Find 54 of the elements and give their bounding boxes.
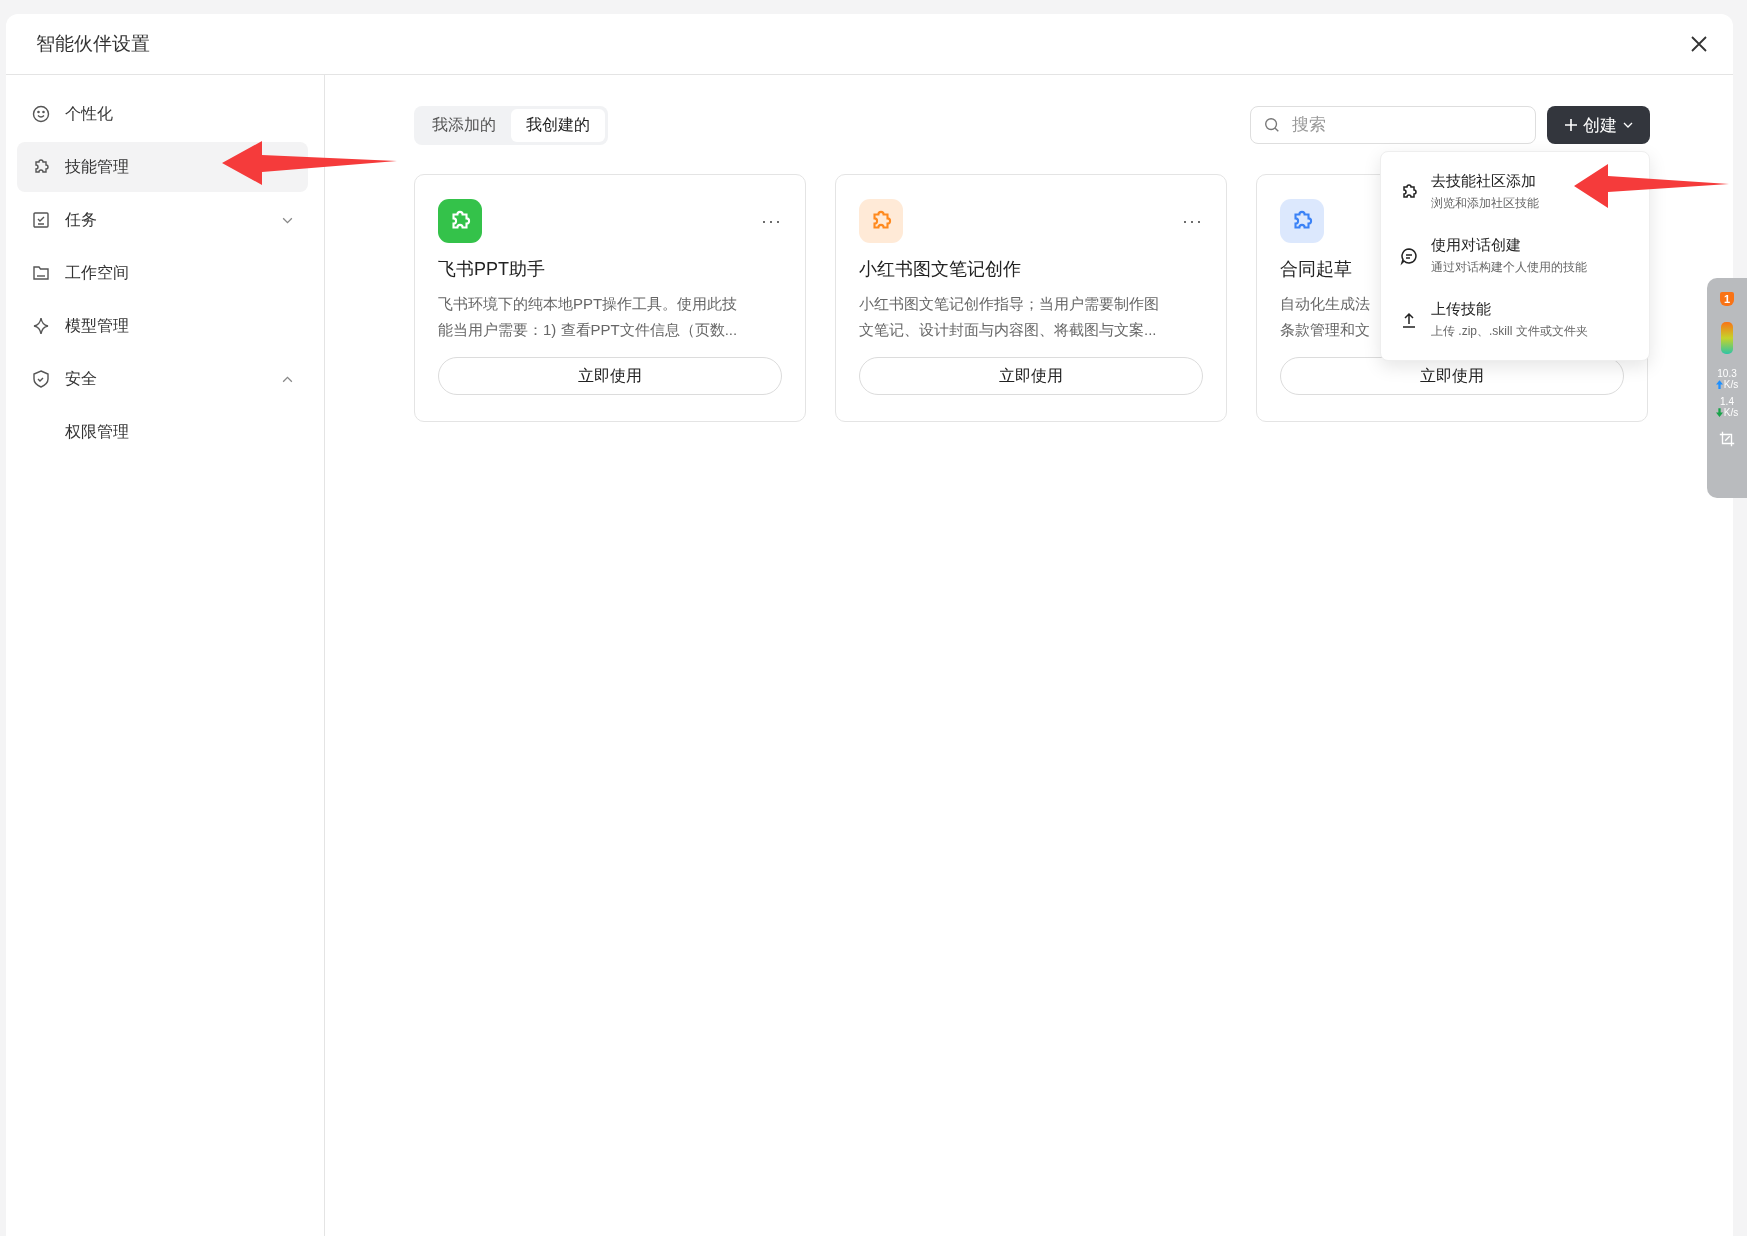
folder-icon [33,266,49,280]
card-description: 文笔记、设计封面与内容图、将截图与文案... [859,320,1157,340]
menu-item-title: 上传技能 [1431,300,1492,319]
download-speed: 1.4 [1720,396,1734,407]
sparkle-icon [33,317,49,335]
card-description: 小红书图文笔记创作指导；当用户需要制作图 [859,294,1159,314]
sidebar-item[interactable]: 权限管理 [17,407,308,457]
checklist-icon [33,212,49,228]
plus-icon [1563,118,1578,132]
use-button[interactable]: 立即使用 [1280,357,1624,395]
card-description: 自动化生成法 [1280,294,1370,314]
more-button[interactable]: ··· [761,210,782,232]
menu-item[interactable]: 去技能社区添加 浏览和添加社区技能 [1381,160,1649,224]
menu-item-title: 去技能社区添加 [1431,172,1537,191]
search-field[interactable]: 搜索 [1250,106,1536,144]
card-description: 能当用户需要：1) 查看PPT文件信息（页数... [438,320,738,340]
notification-badge: 1 [1719,292,1735,306]
crop-icon[interactable] [1718,430,1736,448]
sidebar-item[interactable]: 个性化 [17,89,308,139]
card-description: 条款管理和文 [1280,320,1370,340]
more-button[interactable]: ··· [1182,210,1203,232]
close-icon[interactable] [1689,34,1709,54]
smile-icon [32,105,50,123]
create-button[interactable]: 创建 [1547,106,1650,144]
chat-icon [1401,248,1417,264]
card-description: 飞书环境下的纯本地PPT操作工具。使用此技 [438,294,738,314]
puzzle-icon [35,159,49,173]
shield-icon [33,370,49,388]
sidebar-item[interactable]: 安全 [17,354,308,404]
tab[interactable]: 我添加的 [417,108,511,142]
sidebar-item[interactable]: 任务 [17,195,308,245]
menu-item-description: 通过对话构建个人使用的技能 [1431,259,1587,276]
menu-item-description: 浏览和添加社区技能 [1431,195,1539,212]
menu-item[interactable]: 使用对话创建 通过对话构建个人使用的技能 [1381,224,1649,288]
upload-speed: 10.3 [1717,368,1737,379]
sidebar-item[interactable]: 模型管理 [17,301,308,351]
card-title: 小红书图文笔记创作 [859,258,1021,281]
window-title: 智能伙伴设置 [36,32,150,56]
tab[interactable]: 我创建的 [511,108,605,142]
arrow-up-icon [1715,380,1723,389]
menu-item-title: 使用对话创建 [1431,236,1522,255]
use-button[interactable]: 立即使用 [859,357,1203,395]
search-icon [1263,116,1281,134]
card-title: 合同起草 [1280,258,1352,281]
sidebar-item[interactable]: 工作空间 [17,248,308,298]
menu-item-description: 上传 .zip、.skill 文件或文件夹 [1431,323,1588,340]
upload-unit: K/s [1723,379,1739,390]
card-title: 飞书PPT助手 [438,258,545,281]
menu-item[interactable]: 上传技能 上传 .zip、.skill 文件或文件夹 [1381,288,1649,352]
download-unit: K/s [1723,407,1739,418]
arrow-down-icon [1715,408,1723,417]
puzzle-icon [1403,184,1417,198]
use-button[interactable]: 立即使用 [438,357,782,395]
upload-icon [1402,312,1416,328]
